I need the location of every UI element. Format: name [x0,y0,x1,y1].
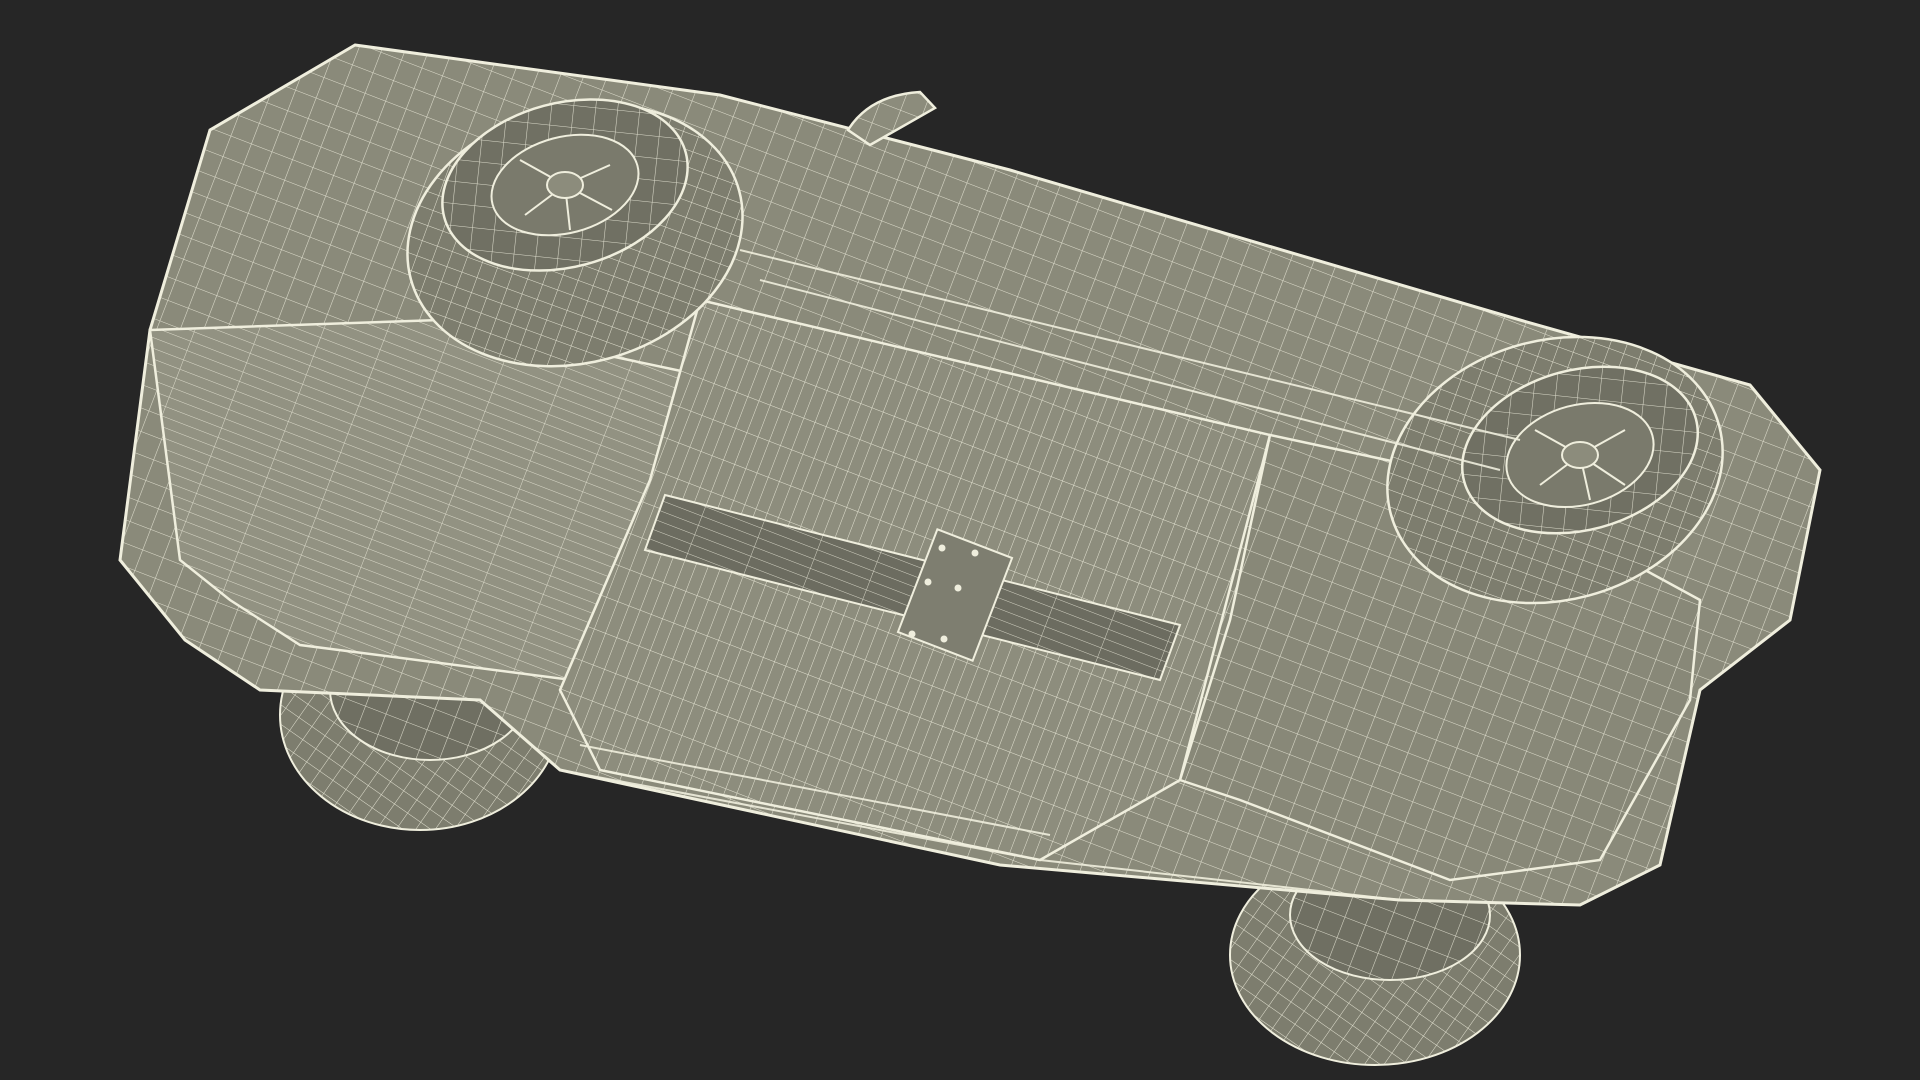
render-viewport [0,0,1920,1080]
wireframe-car-render [118,43,1822,1066]
side-mirror [846,90,937,147]
